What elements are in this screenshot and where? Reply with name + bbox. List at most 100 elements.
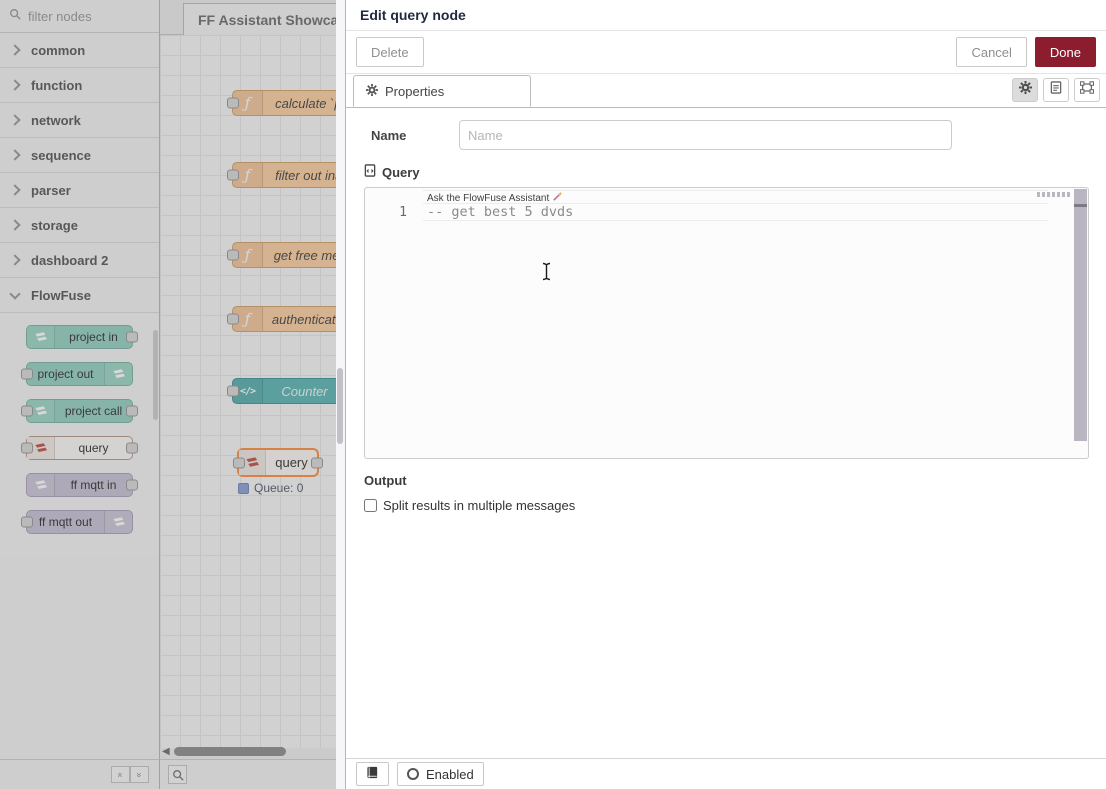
scroll-left-icon[interactable]: ◀: [162, 746, 170, 757]
chevron-right-icon: [9, 184, 20, 195]
document-icon: [1050, 81, 1062, 99]
status-dot-icon: [238, 483, 249, 494]
input-port: [21, 369, 33, 380]
query-code-editor[interactable]: Ask the FlowFuse Assistant 1 -- get best…: [364, 187, 1089, 459]
editor-code-line: -- get best 5 dvds: [427, 204, 573, 220]
editor-minimap: [1037, 192, 1071, 197]
text-cursor-pointer: [541, 262, 552, 286]
file-code-icon: [364, 164, 376, 180]
palette-category-dashboard2[interactable]: dashboard 2: [0, 243, 159, 278]
name-input[interactable]: [459, 120, 952, 150]
input-port: [21, 406, 33, 417]
zoom-search-button[interactable]: [168, 765, 187, 784]
palette-flowfuse-nodes: project in project out: [0, 313, 159, 555]
name-label: Name: [364, 128, 459, 143]
palette-search-placeholder: filter nodes: [28, 9, 92, 24]
double-chevron-down-icon: »: [134, 772, 144, 777]
palette-node-project-out[interactable]: project out: [26, 362, 133, 386]
output-port: [126, 332, 138, 343]
input-port: [21, 517, 33, 528]
flowfuse-logo-icon: [27, 326, 55, 348]
palette-scrollbar[interactable]: [153, 330, 158, 420]
canvas-vertical-scrollbar[interactable]: [337, 368, 343, 444]
chevron-right-icon: [9, 44, 20, 55]
selection-frame-icon: [1080, 81, 1094, 99]
chevron-right-icon: [9, 219, 20, 230]
double-chevron-up-icon: «: [115, 772, 125, 777]
enabled-state-icon: [407, 768, 419, 780]
canvas-horizontal-scrollbar[interactable]: ◀: [162, 746, 286, 757]
flowfuse-logo-icon: [104, 363, 132, 385]
output-section: Output Split results in multiple message…: [364, 473, 1088, 513]
tab-properties[interactable]: Properties: [353, 75, 531, 107]
done-button[interactable]: Done: [1035, 37, 1096, 67]
editor-separator: [423, 220, 1048, 221]
palette-category-parser[interactable]: parser: [0, 173, 159, 208]
palette-search[interactable]: filter nodes: [0, 0, 159, 33]
canvas-node-counter[interactable]: </> Counter: [232, 378, 336, 404]
palette-category-flowfuse[interactable]: FlowFuse: [0, 278, 159, 313]
palette-node-ff-mqtt-in[interactable]: ff mqtt in: [26, 473, 133, 497]
workspace: filter nodes common function network seq…: [0, 0, 336, 789]
dialog-tab-icons: [1012, 78, 1100, 102]
palette-node-project-in[interactable]: project in: [26, 325, 133, 349]
canvas-node-calculate[interactable]: ƒ calculate `pa: [232, 90, 336, 116]
flow-tabbar: FF Assistant Showcase: [160, 0, 336, 35]
gear-icon: [366, 84, 378, 99]
output-port: [126, 443, 138, 454]
input-port: [227, 98, 239, 109]
editor-scrollbar[interactable]: [1074, 189, 1087, 441]
editor-line-number: 1: [365, 205, 407, 220]
editor-scrollbar-mark: [1074, 204, 1087, 207]
chevron-right-icon: [9, 149, 20, 160]
dialog-toolbar: Delete Cancel Done: [346, 31, 1106, 74]
cancel-button[interactable]: Cancel: [956, 37, 1026, 67]
flow-canvas[interactable]: FF Assistant Showcase ƒ calculate `pa ƒ …: [160, 0, 336, 759]
flow-tab[interactable]: FF Assistant Showcase: [183, 3, 336, 35]
dialog-footer: Enabled: [346, 758, 1106, 789]
node-help-button[interactable]: [356, 762, 389, 786]
chevron-right-icon: [9, 114, 20, 125]
chevron-right-icon: [9, 254, 20, 265]
delete-button[interactable]: Delete: [356, 37, 424, 67]
search-icon: [9, 7, 21, 25]
palette-node-query[interactable]: query: [26, 436, 133, 460]
canvas-node-query-selected[interactable]: query: [237, 448, 319, 477]
description-icon-button[interactable]: [1043, 78, 1069, 102]
split-results-row: Split results in multiple messages: [364, 498, 1088, 513]
flowfuse-logo-icon: [27, 474, 55, 496]
palette-node-project-call[interactable]: project call: [26, 399, 133, 423]
input-port: [227, 386, 239, 397]
palette-node-ff-mqtt-out[interactable]: ff mqtt out: [26, 510, 133, 534]
appearance-icon-button[interactable]: [1074, 78, 1100, 102]
edit-node-dialog: Edit query node Delete Cancel Done Prope…: [345, 0, 1106, 789]
canvas-node-authenticate[interactable]: ƒ authenticateU: [232, 306, 336, 332]
properties-icon-button[interactable]: [1012, 78, 1038, 102]
name-row: Name: [364, 120, 1088, 150]
output-label: Output: [364, 473, 1088, 488]
enabled-toggle-button[interactable]: Enabled: [397, 762, 484, 786]
node-red-app: filter nodes common function network seq…: [0, 0, 1106, 789]
output-port: [311, 457, 323, 468]
input-port: [21, 443, 33, 454]
palette-category-storage[interactable]: storage: [0, 208, 159, 243]
canvas-scroll-gutter: [336, 0, 345, 789]
collapse-all-button[interactable]: «: [111, 766, 130, 783]
canvas-node-get-free-mem[interactable]: ƒ get free mem: [232, 242, 336, 268]
palette-category-sequence[interactable]: sequence: [0, 138, 159, 173]
dialog-tabbar: Properties: [346, 74, 1106, 108]
palette-category-common[interactable]: common: [0, 33, 159, 68]
palette-category-function[interactable]: function: [0, 68, 159, 103]
input-port: [233, 457, 245, 468]
palette-category-network[interactable]: network: [0, 103, 159, 138]
enabled-label: Enabled: [426, 767, 474, 782]
scrollbar-thumb[interactable]: [174, 747, 286, 756]
output-port: [126, 480, 138, 491]
expand-all-button[interactable]: »: [130, 766, 149, 783]
flowfuse-logo-icon: [104, 511, 132, 533]
chevron-down-icon: [9, 288, 20, 299]
node-palette: filter nodes common function network seq…: [0, 0, 160, 759]
canvas-node-filter[interactable]: ƒ filter out inac: [232, 162, 336, 188]
node-status: Queue: 0: [238, 481, 303, 495]
split-results-checkbox[interactable]: [364, 499, 377, 512]
